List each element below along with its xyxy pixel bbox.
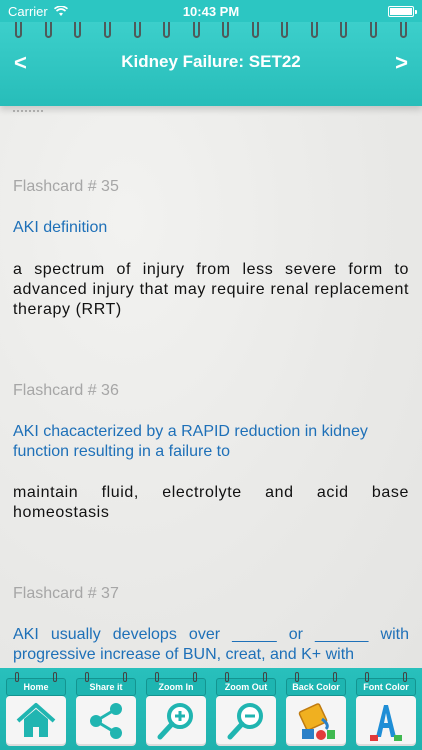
- flashcard-number: Flashcard # 35: [13, 178, 119, 195]
- home-label: Home: [6, 672, 66, 696]
- status-bar: Carrier 10:43 PM: [0, 0, 422, 22]
- flashcard-number: Flashcard # 36: [13, 382, 119, 399]
- zoom-out-label: Zoom Out: [216, 672, 276, 696]
- status-left: Carrier: [8, 4, 68, 19]
- font-color-button[interactable]: Font Color: [354, 672, 418, 746]
- flashcard-list-inner: Flashcard # 35 AKI definition a spectrum…: [13, 106, 409, 665]
- flashcard-list[interactable]: Flashcard # 35 AKI definition a spectrum…: [0, 106, 422, 668]
- font-color-label: Font Color: [356, 672, 416, 696]
- nav-bar: < Kidney Failure: SET22 >: [0, 16, 422, 106]
- flashcard: Flashcard # 37 AKI usually develops over…: [13, 585, 409, 665]
- carrier-label: Carrier: [8, 3, 48, 19]
- home-button[interactable]: Home: [4, 672, 68, 746]
- zoom-out-button[interactable]: Zoom Out: [214, 672, 278, 746]
- home-icon: [16, 703, 56, 737]
- share-icon: [90, 703, 122, 739]
- paint-bucket-icon: [298, 703, 335, 740]
- flashcard-answer: maintain fluid, electrolyte and acid bas…: [13, 484, 409, 521]
- share-label: Share it: [76, 672, 136, 696]
- font-color-icon: [370, 705, 402, 741]
- bottom-toolbar: Home Share it Zoom In Zoom Out Back Colo…: [0, 668, 422, 750]
- scroll-fragment: [13, 106, 43, 112]
- page-title: Kidney Failure: SET22: [121, 52, 301, 71]
- chevron-left-icon[interactable]: <: [14, 50, 27, 76]
- battery-icon: [388, 5, 417, 17]
- zoom-in-button[interactable]: Zoom In: [144, 672, 208, 746]
- share-button[interactable]: Share it: [74, 672, 138, 746]
- back-color-button[interactable]: Back Color: [284, 672, 348, 746]
- status-right: [388, 5, 417, 17]
- flashcard-question: AKI definition: [13, 219, 108, 236]
- flashcard-number: Flashcard # 37: [13, 585, 119, 602]
- zoom-out-icon: [227, 703, 263, 740]
- flashcard-question: AKI chacacterized by a RAPID reduction i…: [13, 423, 368, 460]
- zoom-in-icon: [157, 703, 193, 740]
- flashcard: Flashcard # 36 AKI chacacterized by a RA…: [13, 382, 409, 523]
- zoom-in-label: Zoom In: [146, 672, 206, 696]
- chevron-right-icon[interactable]: >: [395, 50, 408, 76]
- flashcard-answer: a spectrum of injury from less severe fo…: [13, 261, 409, 318]
- back-color-label: Back Color: [286, 672, 346, 696]
- flashcard: Flashcard # 35 AKI definition a spectrum…: [13, 178, 409, 320]
- flashcard-question: AKI usually develops over _____ or _____…: [13, 626, 409, 663]
- wifi-icon: [53, 5, 68, 16]
